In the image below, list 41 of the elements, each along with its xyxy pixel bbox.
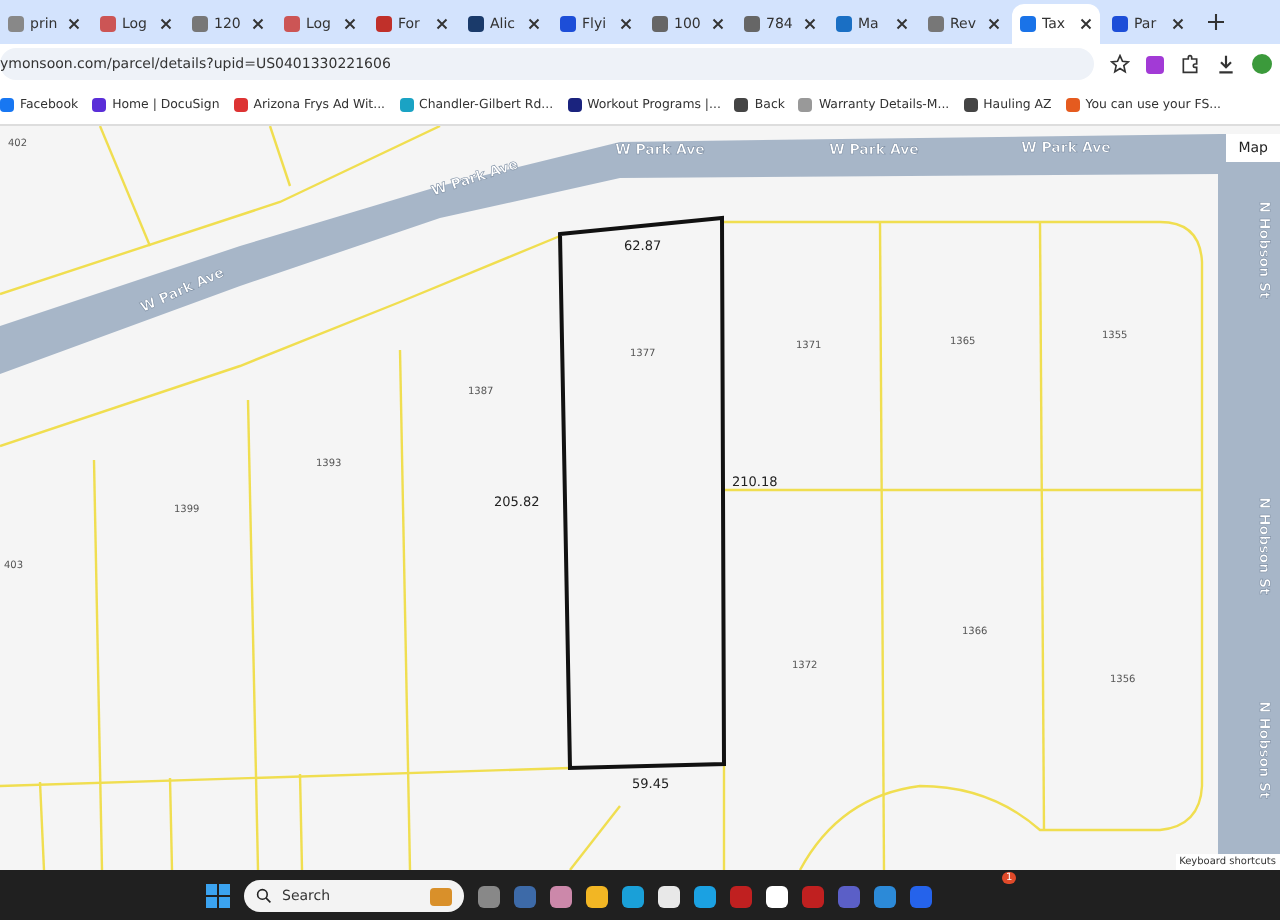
close-icon[interactable] <box>988 18 1000 30</box>
close-icon[interactable] <box>344 18 356 30</box>
windows-logo-icon[interactable] <box>206 884 230 908</box>
site-icon <box>1020 16 1036 32</box>
app-icon[interactable] <box>658 885 680 907</box>
site-icon <box>192 16 208 32</box>
app-icon[interactable] <box>766 885 788 907</box>
close-icon[interactable] <box>252 18 264 30</box>
app-icon[interactable] <box>550 885 572 907</box>
briefcase-icon <box>430 887 452 905</box>
close-icon[interactable] <box>804 18 816 30</box>
extension-icon[interactable] <box>1146 55 1164 73</box>
site-icon <box>376 16 392 32</box>
site-icon <box>100 16 116 32</box>
lot-boundary-line <box>569 805 621 870</box>
site-icon <box>284 16 300 32</box>
star-icon[interactable] <box>1110 54 1130 74</box>
close-icon[interactable] <box>68 18 80 30</box>
avatar-circle[interactable] <box>1252 54 1272 74</box>
search-icon <box>256 888 272 904</box>
close-icon[interactable] <box>528 18 540 30</box>
puzzle-icon[interactable] <box>1180 54 1200 74</box>
site-icon <box>468 16 484 32</box>
site-icon <box>744 16 760 32</box>
site-icon <box>836 16 852 32</box>
download-icon[interactable] <box>1216 54 1236 74</box>
site-icon <box>8 16 24 32</box>
site-icon <box>560 16 576 32</box>
close-icon[interactable] <box>1080 18 1092 30</box>
close-icon[interactable] <box>436 18 448 30</box>
close-icon[interactable] <box>896 18 908 30</box>
new-tab-icon[interactable] <box>1208 14 1224 30</box>
close-icon[interactable] <box>620 18 632 30</box>
close-icon[interactable] <box>1172 18 1184 30</box>
close-icon[interactable] <box>160 18 172 30</box>
site-icon <box>928 16 944 32</box>
site-icon <box>652 16 668 32</box>
app-icon[interactable] <box>694 885 716 907</box>
app-icon[interactable] <box>586 885 608 907</box>
close-icon[interactable] <box>712 18 724 30</box>
site-icon <box>1112 16 1128 32</box>
